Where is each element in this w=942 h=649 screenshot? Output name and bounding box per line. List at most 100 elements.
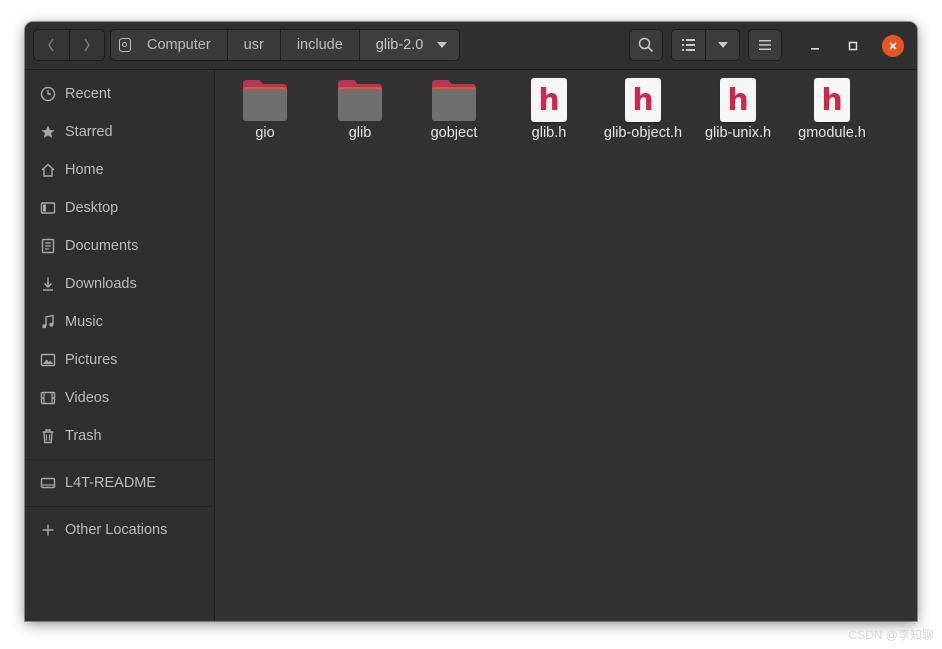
maximize-icon [848, 41, 858, 51]
sidebar-item-starred[interactable]: Starred [25, 113, 214, 151]
header-file-icon: h [814, 78, 850, 122]
header-glyph: h [538, 82, 560, 118]
sidebar-item-trash[interactable]: Trash [25, 417, 214, 455]
file-item-glib-object-h[interactable]: h glib-object.h [598, 78, 688, 142]
sidebar-item-label: Music [65, 314, 103, 330]
header-file-icon: h [531, 78, 567, 122]
header-glyph: h [821, 82, 843, 118]
drive-icon [40, 475, 56, 491]
music-icon [40, 314, 56, 330]
sidebar-item-pictures[interactable]: Pictures [25, 341, 214, 379]
watermark: CSDN @李知聊 [848, 628, 934, 642]
file-name: glib-unix.h [704, 125, 772, 141]
sidebar: Recent Starred Home Desktop Documents Do… [25, 70, 215, 621]
file-name: glib.h [531, 125, 567, 141]
sidebar-item-label: Home [65, 162, 104, 178]
list-view-icon [681, 39, 695, 51]
sidebar-separator [25, 459, 214, 460]
document-icon [40, 238, 56, 254]
crumb-usr[interactable]: usr [228, 30, 281, 60]
disk-icon [119, 38, 131, 52]
sidebar-item-downloads[interactable]: Downloads [25, 265, 214, 303]
header-file-icon: h [720, 78, 756, 122]
sidebar-item-recent[interactable]: Recent [25, 75, 214, 113]
star-icon [40, 124, 56, 140]
file-name: gio [255, 125, 275, 141]
sidebar-item-label: Downloads [65, 276, 137, 292]
minimize-icon [811, 48, 819, 50]
sidebar-item-l4t-readme[interactable]: L4T-README [25, 464, 214, 502]
sidebar-item-label: Desktop [65, 200, 119, 216]
crumb-label: glib-2.0 [375, 37, 424, 53]
view-dropdown-button[interactable] [705, 30, 739, 60]
close-circle [882, 35, 904, 57]
close-icon [889, 42, 897, 50]
file-item-gobject[interactable]: gobject [409, 78, 499, 142]
sidebar-item-label: Starred [65, 124, 113, 140]
picture-icon [40, 352, 56, 368]
crumb-label: include [296, 37, 343, 53]
sidebar-item-label: Other Locations [65, 522, 168, 538]
crumb-computer[interactable]: Computer [111, 30, 228, 60]
folder-icon [243, 80, 287, 121]
file-name: gmodule.h [798, 125, 866, 141]
file-item-glib-h[interactable]: h glib.h [504, 78, 594, 142]
folder-icon [432, 80, 476, 121]
file-manager-window: Computer usr include glib-2.0 Recent Sta… [25, 22, 917, 621]
chevron-right-icon [84, 38, 90, 52]
plus-icon [40, 522, 56, 538]
file-name: glib-object.h [603, 125, 683, 141]
sidebar-item-label: Videos [65, 390, 110, 406]
sidebar-item-desktop[interactable]: Desktop [25, 189, 214, 227]
file-item-gmodule-h[interactable]: h gmodule.h [787, 78, 877, 142]
header-bar: Computer usr include glib-2.0 [25, 22, 917, 70]
path-bar: Computer usr include glib-2.0 [110, 29, 461, 61]
clock-icon [40, 86, 56, 102]
sidebar-item-other-locations[interactable]: Other Locations [25, 511, 214, 549]
file-view: gio glib gobject h glib.h h glib-object.… [215, 70, 917, 621]
search-button[interactable] [629, 29, 663, 61]
sidebar-item-label: Recent [65, 86, 111, 102]
file-item-glib[interactable]: glib [315, 78, 405, 142]
desktop-icon [40, 200, 56, 216]
sidebar-item-documents[interactable]: Documents [25, 227, 214, 265]
file-name: gobject [430, 125, 478, 141]
file-item-gio[interactable]: gio [220, 78, 310, 142]
sidebar-item-videos[interactable]: Videos [25, 379, 214, 417]
folder-icon [338, 80, 382, 121]
chevron-left-icon [48, 38, 54, 52]
sidebar-item-home[interactable]: Home [25, 151, 214, 189]
header-glyph: h [727, 82, 749, 118]
file-item-glib-unix-h[interactable]: h glib-unix.h [693, 78, 783, 142]
header-file-icon: h [625, 78, 661, 122]
close-button[interactable] [882, 35, 904, 57]
navigation-buttons [33, 29, 105, 61]
sidebar-separator [25, 506, 214, 507]
sidebar-item-label: Pictures [65, 352, 118, 368]
trash-icon [40, 428, 56, 444]
crumb-include[interactable]: include [281, 30, 360, 60]
sidebar-item-label: L4T-README [65, 475, 157, 491]
crumb-label: usr [243, 37, 264, 53]
minimize-button[interactable] [804, 35, 826, 57]
hamburger-icon [759, 40, 771, 50]
home-icon [40, 162, 56, 178]
menu-button[interactable] [748, 29, 782, 61]
sidebar-item-label: Trash [65, 428, 102, 444]
crumb-label: Computer [147, 37, 211, 53]
caret-down-icon [437, 42, 448, 48]
file-name: glib [348, 125, 372, 141]
search-icon [638, 37, 654, 53]
download-icon [40, 276, 56, 292]
list-view-button[interactable] [672, 30, 705, 60]
header-glyph: h [632, 82, 654, 118]
video-icon [40, 390, 56, 406]
caret-down-icon [717, 42, 728, 48]
sidebar-item-label: Documents [65, 238, 139, 254]
maximize-button[interactable] [842, 35, 864, 57]
sidebar-item-music[interactable]: Music [25, 303, 214, 341]
crumb-glib-2-0[interactable]: glib-2.0 [359, 30, 460, 60]
back-button[interactable] [34, 30, 69, 60]
view-options [671, 29, 740, 61]
forward-button[interactable] [68, 30, 105, 60]
